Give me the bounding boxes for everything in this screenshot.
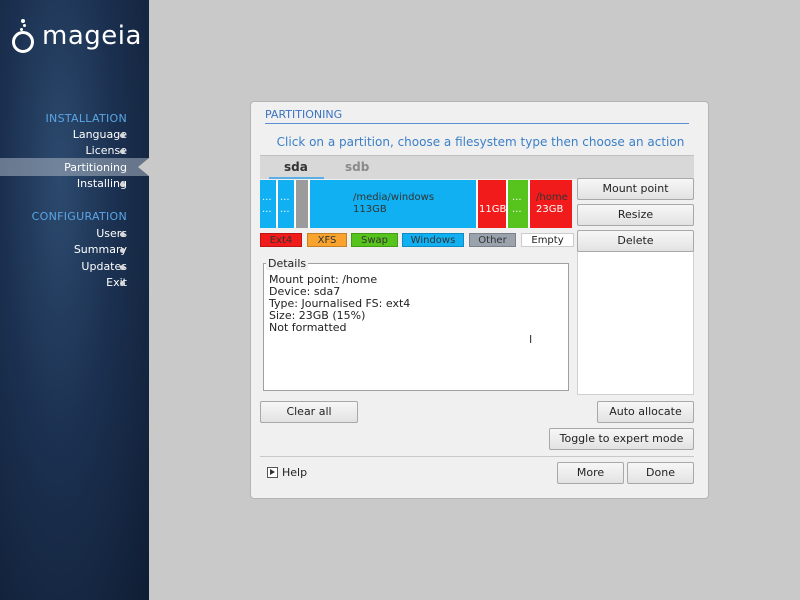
partitioning-dialog: PARTITIONING Click on a partition, choos… (250, 101, 709, 499)
done-button[interactable]: Done (627, 462, 694, 484)
partition-sda2[interactable]: ... ... (278, 180, 294, 228)
step-dot-icon (120, 149, 125, 154)
partition-sda1[interactable]: ... ... (260, 180, 276, 228)
legend-windows-button[interactable]: Windows (402, 233, 464, 247)
partition-empty[interactable] (296, 180, 308, 228)
step-dot-icon (120, 182, 125, 187)
step-dot-icon (120, 281, 125, 286)
legend-swap-button[interactable]: Swap (351, 233, 398, 247)
tab-selection-indicator (269, 177, 324, 179)
partition-bar: ... ... ... ... /media/windows 113GB 11G… (260, 180, 572, 228)
dialog-title: PARTITIONING (265, 108, 343, 121)
auto-allocate-button[interactable]: Auto allocate (597, 401, 694, 423)
text-cursor-icon: I (529, 333, 533, 346)
title-divider (265, 123, 689, 124)
sidebar-item-language: Language (72, 128, 127, 141)
step-dot-icon (120, 248, 125, 253)
step-dot-icon (120, 232, 125, 237)
more-button[interactable]: More (557, 462, 624, 484)
sidebar: mageia INSTALLATION Language License Par… (0, 0, 149, 600)
partition-ext4-11gb[interactable]: 11GB (478, 180, 506, 228)
help-link[interactable]: Help (267, 466, 307, 479)
section-title-installation: INSTALLATION (45, 112, 127, 125)
delete-button[interactable]: Delete (577, 230, 694, 252)
legend-ext4-button[interactable]: Ext4 (260, 233, 302, 247)
partition-windows[interactable]: /media/windows 113GB (310, 180, 476, 228)
action-panel (577, 250, 694, 395)
details-box: Mount point: /home Device: sda7 Type: Jo… (263, 263, 569, 391)
sidebar-item-partitioning: Partitioning (64, 161, 127, 174)
instruction-text: Click on a partition, choose a filesyste… (276, 135, 685, 149)
tab-sda[interactable]: sda (284, 160, 308, 174)
legend-xfs-button[interactable]: XFS (307, 233, 347, 247)
resize-button[interactable]: Resize (577, 204, 694, 226)
legend-other-button[interactable]: Other (469, 233, 516, 247)
clear-all-button[interactable]: Clear all (260, 401, 358, 423)
partition-swap[interactable]: ... ... (508, 180, 528, 228)
details-text: Mount point: /home Device: sda7 Type: Jo… (269, 273, 411, 334)
help-label: Help (282, 466, 308, 479)
mount-point-button[interactable]: Mount point (577, 178, 694, 200)
step-dot-icon (120, 265, 125, 270)
legend-empty-button[interactable]: Empty (521, 233, 574, 247)
partition-home[interactable]: /home 23GB (530, 180, 572, 228)
disk-tabs: sda sdb (260, 155, 694, 179)
bottom-divider (260, 456, 694, 457)
details-label: Details (266, 257, 309, 270)
mageia-logo: mageia (12, 16, 142, 56)
active-step-arrow (138, 158, 149, 176)
toggle-expert-mode-button[interactable]: Toggle to expert mode (549, 428, 694, 450)
section-title-configuration: CONFIGURATION (31, 210, 127, 223)
mageia-logo-icon (12, 19, 36, 53)
tab-sdb[interactable]: sdb (345, 160, 369, 174)
logo-text: mageia (42, 21, 142, 51)
step-dot-icon (120, 133, 125, 138)
help-expand-icon (267, 467, 278, 478)
